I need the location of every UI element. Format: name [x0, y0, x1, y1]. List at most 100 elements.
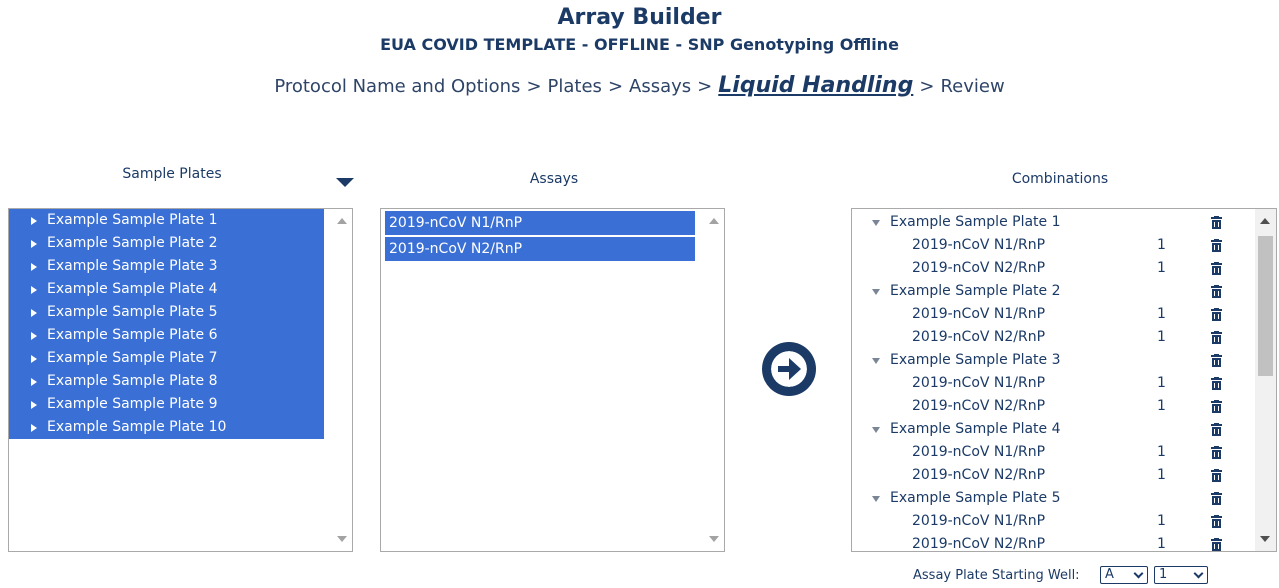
scroll-up-icon[interactable] — [1260, 218, 1270, 224]
combination-plate-row[interactable]: Example Sample Plate 1 — [852, 211, 1252, 234]
sample-plate-label: Example Sample Plate 8 — [47, 373, 218, 389]
combination-plate-row[interactable]: Example Sample Plate 5 — [852, 487, 1252, 510]
sample-plate-item[interactable]: Example Sample Plate 3 — [9, 255, 324, 278]
combinations-scrollbar[interactable] — [1255, 209, 1276, 551]
starting-well-col-select[interactable]: 1 — [1154, 566, 1208, 584]
trash-icon[interactable] — [1211, 446, 1222, 459]
sample-plate-item[interactable]: Example Sample Plate 1 — [9, 209, 324, 232]
trash-icon[interactable] — [1211, 469, 1222, 482]
assays-list[interactable]: 2019-nCoV N1/RnP 2019-nCoV N2/RnP — [380, 208, 725, 552]
triangle-down-icon[interactable] — [872, 220, 880, 226]
triangle-down-icon[interactable] — [872, 358, 880, 364]
sample-plate-item[interactable]: Example Sample Plate 7 — [9, 347, 324, 370]
starting-well-col-value: 1 — [1159, 567, 1168, 582]
combination-count: 1 — [1157, 260, 1166, 276]
trash-icon[interactable] — [1211, 262, 1222, 275]
sample-plate-label: Example Sample Plate 3 — [47, 258, 218, 274]
combination-count: 1 — [1157, 329, 1166, 345]
arrow-right-circle-icon — [771, 351, 807, 387]
combinations-list[interactable]: Example Sample Plate 1 2019-nCoV N1/RnP … — [851, 208, 1277, 552]
sample-plate-item[interactable]: Example Sample Plate 5 — [9, 301, 324, 324]
assay-item[interactable]: 2019-nCoV N1/RnP — [385, 211, 695, 235]
breadcrumb-separator: > — [919, 76, 935, 97]
combination-count: 1 — [1157, 536, 1166, 552]
starting-well-label: Assay Plate Starting Well: — [913, 568, 1080, 583]
combination-assay-row: 2019-nCoV N2/RnP 1 — [852, 464, 1252, 487]
combination-plate-row[interactable]: Example Sample Plate 3 — [852, 349, 1252, 372]
scroll-down-icon[interactable] — [337, 536, 347, 542]
chevron-down-icon[interactable] — [336, 178, 354, 187]
sample-plate-item[interactable]: Example Sample Plate 6 — [9, 324, 324, 347]
combination-count: 1 — [1157, 306, 1166, 322]
triangle-down-icon[interactable] — [872, 427, 880, 433]
combination-assay-label: 2019-nCoV N2/RnP — [912, 536, 1046, 552]
sample-plate-item[interactable]: Example Sample Plate 9 — [9, 393, 324, 416]
triangle-right-icon — [31, 424, 37, 432]
combination-plate-label: Example Sample Plate 5 — [890, 490, 1061, 506]
breadcrumb-plates[interactable]: Plates — [548, 76, 602, 97]
assay-item[interactable]: 2019-nCoV N2/RnP — [385, 237, 695, 261]
trash-icon[interactable] — [1211, 216, 1222, 229]
trash-icon[interactable] — [1211, 400, 1222, 413]
combination-assay-row: 2019-nCoV N2/RnP 1 — [852, 533, 1252, 552]
breadcrumb-separator: > — [526, 76, 542, 97]
combination-count: 1 — [1157, 513, 1166, 529]
breadcrumb-assays[interactable]: Assays — [629, 76, 691, 97]
combination-assay-label: 2019-nCoV N2/RnP — [912, 260, 1046, 276]
trash-icon[interactable] — [1211, 423, 1222, 436]
sample-plates-scrollbar[interactable] — [332, 209, 352, 551]
scroll-up-icon[interactable] — [337, 218, 347, 224]
chevron-down-icon — [1133, 568, 1144, 579]
breadcrumb-separator: > — [697, 76, 713, 97]
trash-icon[interactable] — [1211, 377, 1222, 390]
trash-icon[interactable] — [1211, 285, 1222, 298]
sample-plates-list[interactable]: Example Sample Plate 1 Example Sample Pl… — [8, 208, 353, 552]
combination-assay-row: 2019-nCoV N1/RnP 1 — [852, 234, 1252, 257]
combination-plate-label: Example Sample Plate 2 — [890, 283, 1061, 299]
combination-assay-label: 2019-nCoV N1/RnP — [912, 513, 1046, 529]
assays-scrollbar[interactable] — [704, 209, 724, 551]
trash-icon[interactable] — [1211, 331, 1222, 344]
combination-assay-row: 2019-nCoV N2/RnP 1 — [852, 257, 1252, 280]
sample-plate-item[interactable]: Example Sample Plate 4 — [9, 278, 324, 301]
breadcrumb-review[interactable]: Review — [940, 76, 1004, 97]
combination-assay-label: 2019-nCoV N1/RnP — [912, 375, 1046, 391]
starting-well-row-select[interactable]: A — [1100, 566, 1148, 584]
sample-plate-label: Example Sample Plate 5 — [47, 304, 218, 320]
trash-icon[interactable] — [1211, 538, 1222, 551]
combination-count: 1 — [1157, 237, 1166, 253]
trash-icon[interactable] — [1211, 515, 1222, 528]
assays-label: Assays — [529, 171, 579, 187]
triangle-right-icon — [31, 286, 37, 294]
combination-plate-label: Example Sample Plate 1 — [890, 214, 1061, 230]
combination-plate-row[interactable]: Example Sample Plate 2 — [852, 280, 1252, 303]
trash-icon[interactable] — [1211, 354, 1222, 367]
combination-plate-row[interactable]: Example Sample Plate 4 — [852, 418, 1252, 441]
triangle-down-icon[interactable] — [872, 496, 880, 502]
scrollbar-thumb[interactable] — [1258, 236, 1273, 376]
trash-icon[interactable] — [1211, 492, 1222, 505]
combination-assay-label: 2019-nCoV N1/RnP — [912, 237, 1046, 253]
trash-icon[interactable] — [1211, 308, 1222, 321]
triangle-right-icon — [31, 263, 37, 271]
combination-assay-label: 2019-nCoV N2/RnP — [912, 329, 1046, 345]
triangle-right-icon — [31, 401, 37, 409]
combination-assay-row: 2019-nCoV N1/RnP 1 — [852, 372, 1252, 395]
combination-assay-row: 2019-nCoV N1/RnP 1 — [852, 303, 1252, 326]
scroll-down-icon[interactable] — [709, 536, 719, 542]
add-combination-button[interactable] — [762, 342, 816, 396]
scroll-down-icon[interactable] — [1260, 536, 1270, 542]
triangle-right-icon — [31, 309, 37, 317]
breadcrumb-liquid-handling[interactable]: Liquid Handling — [718, 73, 913, 98]
trash-icon[interactable] — [1211, 239, 1222, 252]
sample-plate-item[interactable]: Example Sample Plate 2 — [9, 232, 324, 255]
breadcrumb-protocol[interactable]: Protocol Name and Options — [274, 76, 520, 97]
triangle-right-icon — [31, 378, 37, 386]
triangle-down-icon[interactable] — [872, 289, 880, 295]
scroll-up-icon[interactable] — [709, 218, 719, 224]
triangle-right-icon — [31, 240, 37, 248]
combination-assay-row: 2019-nCoV N2/RnP 1 — [852, 326, 1252, 349]
combinations-label: Combinations — [1011, 171, 1109, 187]
sample-plate-item[interactable]: Example Sample Plate 8 — [9, 370, 324, 393]
sample-plate-item[interactable]: Example Sample Plate 10 — [9, 416, 324, 439]
